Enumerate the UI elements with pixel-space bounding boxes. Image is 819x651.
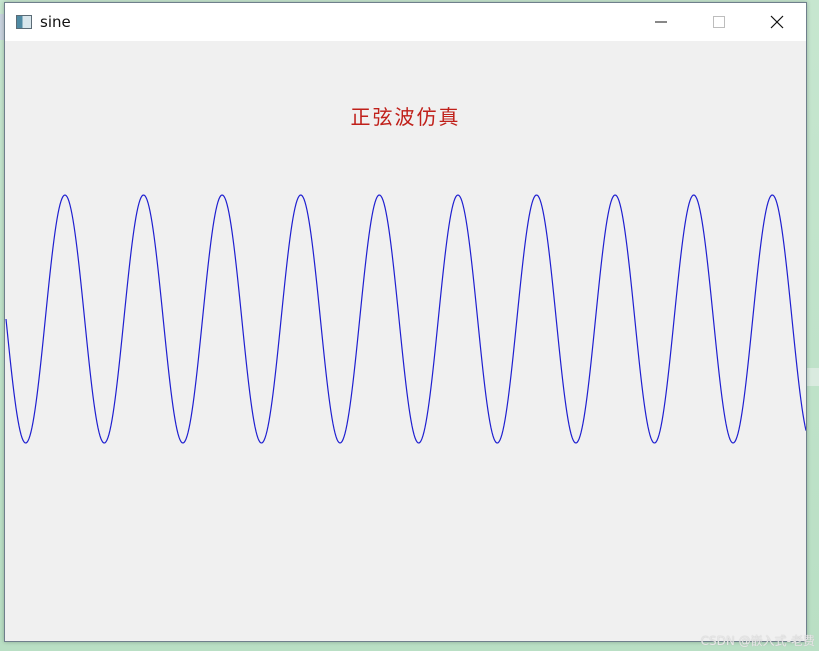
window-title: sine bbox=[40, 13, 71, 31]
background-fragment bbox=[807, 368, 819, 386]
app-window-icon bbox=[16, 15, 32, 29]
close-icon bbox=[770, 15, 784, 29]
minimize-button[interactable] bbox=[632, 3, 690, 41]
maximize-icon bbox=[713, 16, 725, 28]
sine-wave-series bbox=[5, 194, 806, 444]
close-button[interactable] bbox=[748, 3, 806, 41]
title-bar[interactable]: sine bbox=[5, 3, 806, 41]
maximize-button[interactable] bbox=[690, 3, 748, 41]
window-controls bbox=[632, 3, 806, 41]
desktop-background: sine 正弦波仿真 CSDN @嵌入式-老费 bbox=[0, 0, 819, 651]
watermark: CSDN @嵌入式-老费 bbox=[700, 634, 815, 648]
app-window[interactable]: sine 正弦波仿真 bbox=[4, 2, 807, 642]
window-client-area: 正弦波仿真 bbox=[5, 41, 806, 641]
sine-wave-plot bbox=[5, 194, 806, 444]
minimize-icon bbox=[655, 21, 667, 23]
